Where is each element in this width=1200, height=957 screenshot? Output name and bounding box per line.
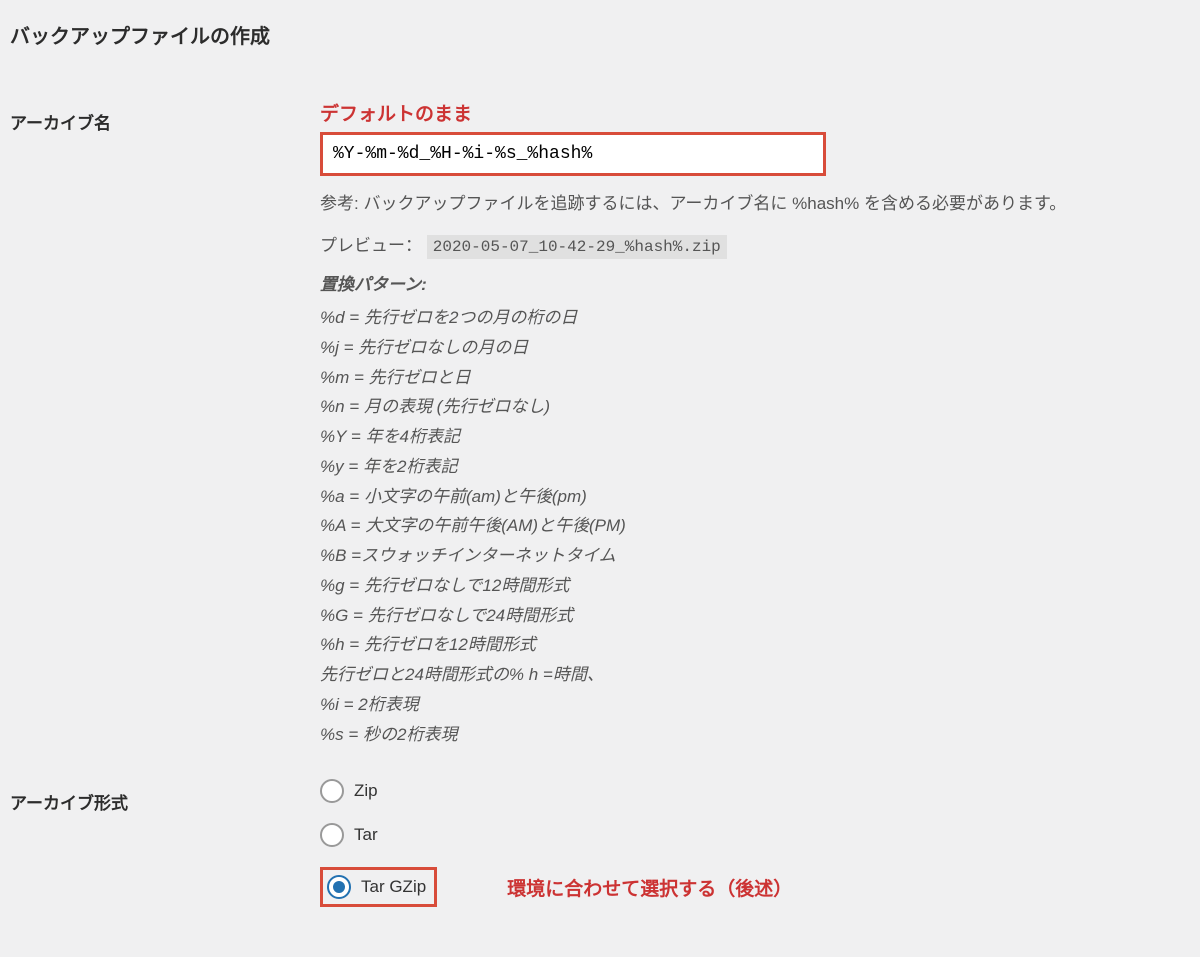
- pattern-item: %i = 2桁表現: [320, 690, 1190, 720]
- pattern-item: %A = 大文字の午前午後(AM)と午後(PM): [320, 511, 1190, 541]
- archive-format-row: アーカイブ形式 Zip Tar Tar GZip 環境に合わせて選択する（後述）: [10, 779, 1190, 907]
- radio-tar[interactable]: [320, 823, 344, 847]
- pattern-item: %h = 先行ゼロを12時間形式: [320, 630, 1190, 660]
- pattern-item: %s = 秒の2桁表現: [320, 720, 1190, 750]
- archive-name-input-highlight: [320, 132, 826, 176]
- archive-format-radio-group: Zip Tar Tar GZip 環境に合わせて選択する（後述）: [320, 779, 1190, 907]
- pattern-item: 先行ゼロと24時間形式の% h =時間、: [320, 660, 1190, 690]
- pattern-item: %d = 先行ゼロを2つの月の桁の日: [320, 303, 1190, 333]
- preview-line: プレビュー： 2020-05-07_10-42-29_%hash%.zip: [320, 231, 1190, 256]
- pattern-item: %g = 先行ゼロなしで12時間形式: [320, 571, 1190, 601]
- archive-name-input[interactable]: [323, 135, 823, 173]
- pattern-item: %n = 月の表現 (先行ゼロなし): [320, 392, 1190, 422]
- archive-name-row: アーカイブ名 デフォルトのまま 参考: バックアップファイルを追跡するには、アー…: [10, 99, 1190, 749]
- pattern-item: %G = 先行ゼロなしで24時間形式: [320, 601, 1190, 631]
- radio-item-targzip-highlight[interactable]: Tar GZip: [320, 867, 437, 907]
- pattern-header: 置換パターン:: [320, 270, 1190, 295]
- archive-format-content: Zip Tar Tar GZip 環境に合わせて選択する（後述）: [320, 779, 1190, 907]
- pattern-list: %d = 先行ゼロを2つの月の桁の日 %j = 先行ゼロなしの月の日 %m = …: [320, 303, 1190, 749]
- pattern-item: %j = 先行ゼロなしの月の日: [320, 333, 1190, 363]
- archive-name-label: アーカイブ名: [10, 99, 320, 134]
- pattern-item: %y = 年を2桁表記: [320, 452, 1190, 482]
- radio-row-targzip: Tar GZip 環境に合わせて選択する（後述）: [320, 867, 1190, 907]
- preview-label: プレビュー：: [320, 236, 422, 255]
- radio-targzip-label: Tar GZip: [361, 877, 426, 897]
- radio-zip[interactable]: [320, 779, 344, 803]
- preview-value: 2020-05-07_10-42-29_%hash%.zip: [427, 235, 727, 259]
- pattern-item: %a = 小文字の午前(am)と午後(pm): [320, 482, 1190, 512]
- radio-item-zip[interactable]: Zip: [320, 779, 1190, 803]
- pattern-item: %Y = 年を4桁表記: [320, 422, 1190, 452]
- radio-item-tar[interactable]: Tar: [320, 823, 1190, 847]
- archive-name-content: デフォルトのまま 参考: バックアップファイルを追跡するには、アーカイブ名に %…: [320, 99, 1190, 749]
- pattern-item: %m = 先行ゼロと日: [320, 363, 1190, 393]
- annotation-environment: 環境に合わせて選択する（後述）: [507, 874, 792, 901]
- archive-format-label: アーカイブ形式: [10, 779, 320, 814]
- pattern-item: %B =スウォッチインターネットタイム: [320, 541, 1190, 571]
- section-title: バックアップファイルの作成: [10, 20, 1190, 49]
- annotation-default: デフォルトのまま: [320, 99, 1190, 126]
- radio-tar-label: Tar: [354, 825, 378, 845]
- radio-targzip[interactable]: [327, 875, 351, 899]
- archive-name-help: 参考: バックアップファイルを追跡するには、アーカイブ名に %hash% を含め…: [320, 190, 1190, 217]
- radio-zip-label: Zip: [354, 781, 378, 801]
